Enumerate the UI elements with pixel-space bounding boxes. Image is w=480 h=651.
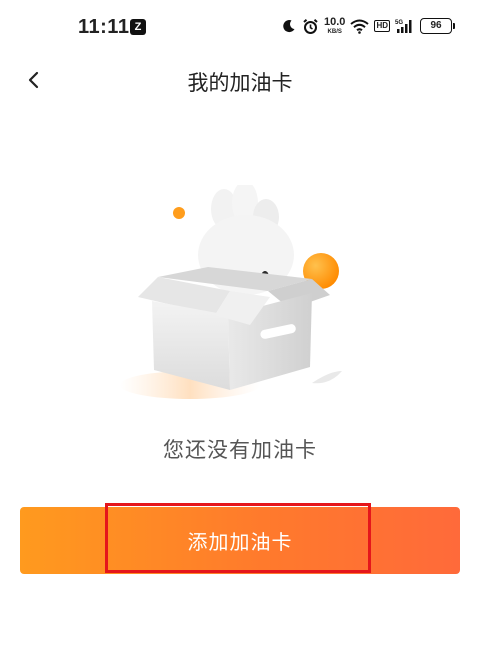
network-speed: 10.0 KB/S <box>324 16 346 36</box>
add-fuel-card-label: 添加加油卡 <box>187 530 293 554</box>
alarm-icon <box>302 18 319 35</box>
page-title: 我的加油卡 <box>187 71 293 95</box>
network-speed-value: 10.0 <box>324 16 346 28</box>
add-fuel-card-button[interactable]: 添加加油卡 <box>20 507 460 574</box>
wifi-icon <box>350 19 370 34</box>
empty-state-message: 您还没有加油卡 <box>163 438 317 462</box>
empty-box-illustration <box>120 181 360 420</box>
battery-icon: 96 <box>420 18 455 34</box>
svg-text:5G: 5G <box>395 20 403 26</box>
network-speed-unit: KB/S <box>327 29 342 35</box>
page-header: 我的加油卡 <box>0 54 480 106</box>
hd-badge: HD <box>374 20 390 32</box>
status-icons: 10.0 KB/S HD 5G 96 <box>281 14 455 38</box>
moon-icon <box>281 18 297 34</box>
notification-app-icon: Z <box>130 19 146 35</box>
status-time: 11:11 <box>78 16 130 38</box>
signal-icon: 5G <box>395 18 415 34</box>
status-bar: 11:11 Z 10.0 KB/S HD 5G 96 <box>0 0 480 54</box>
